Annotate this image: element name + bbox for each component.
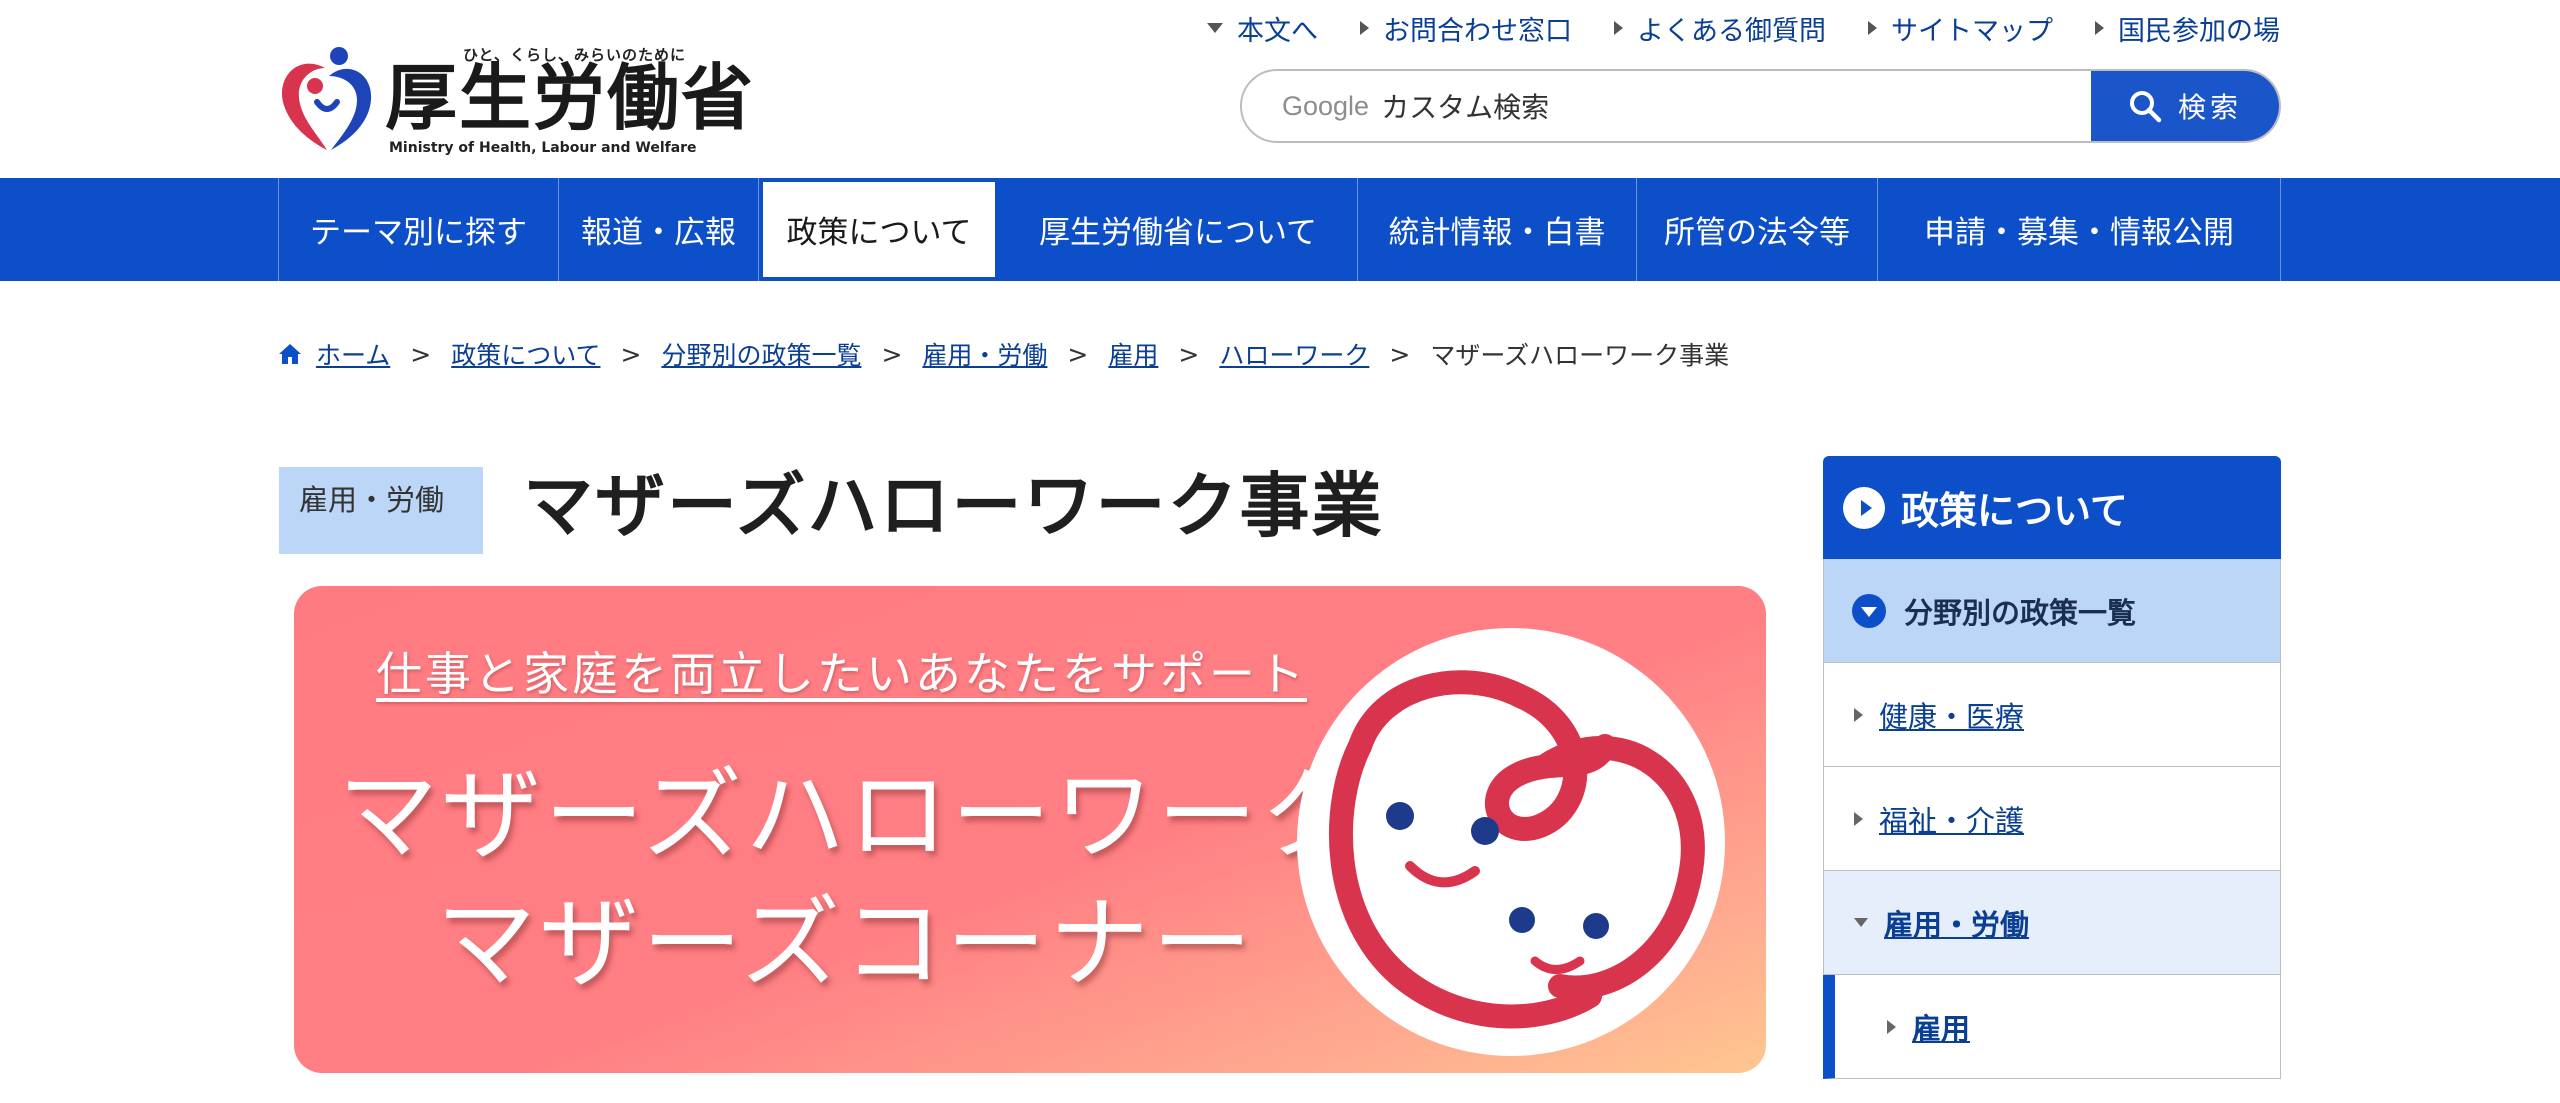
nav-item-label: 所管の法令等 xyxy=(1664,215,1850,251)
sidebar-item-label: 雇用 xyxy=(1912,1011,1971,1046)
nav-item-policy[interactable]: 政策について xyxy=(759,178,999,281)
site-header: ひと、くらし、みらいのために 厚生労働省 Ministry of Health,… xyxy=(0,0,2560,178)
breadcrumb-employment-labour[interactable]: 雇用・労働 xyxy=(922,336,1047,372)
triangle-down-icon xyxy=(1207,23,1223,33)
triangle-right-icon xyxy=(1887,1019,1896,1034)
nav-item-press[interactable]: 報道・広報 xyxy=(559,178,759,281)
sidebar-item-employment-labour[interactable]: 雇用・労働 xyxy=(1823,871,2281,975)
chevron-down-circle-icon xyxy=(1852,593,1886,628)
breadcrumb-home[interactable]: ホーム xyxy=(316,336,390,372)
util-link-contact[interactable]: お問合わせ窓口 xyxy=(1360,9,1572,48)
triangle-right-icon xyxy=(1360,21,1369,35)
sidebar-item-label: 雇用・労働 xyxy=(1884,907,2030,942)
nav-item-label: 厚生労働省について xyxy=(1038,215,1318,251)
nav-item-statistics[interactable]: 統計情報・白書 xyxy=(1358,178,1637,281)
mother-child-mark-icon xyxy=(1297,628,1725,1056)
breadcrumb-policy-list[interactable]: 分野別の政策一覧 xyxy=(661,336,861,372)
breadcrumb-separator: > xyxy=(1178,339,1200,369)
search-icon xyxy=(2129,91,2162,123)
breadcrumb-policy[interactable]: 政策について xyxy=(451,336,600,372)
sidebar-subheading[interactable]: 分野別の政策一覧 xyxy=(1823,559,2281,663)
nav-item-label: 報道・広報 xyxy=(581,215,736,251)
triangle-right-icon xyxy=(2095,21,2104,35)
breadcrumb-current: マザーズハローワーク事業 xyxy=(1430,341,1730,370)
triangle-right-icon xyxy=(1614,21,1623,35)
logo-mark-icon xyxy=(282,47,372,150)
sidebar-item-welfare-care[interactable]: 福祉・介護 xyxy=(1823,767,2281,871)
google-brand-mark: Google xyxy=(1282,90,1370,121)
util-link-label: 本文へ xyxy=(1237,15,1318,47)
nav-item-label: テーマ別に探す xyxy=(310,215,527,251)
global-nav-list: テーマ別に探す 報道・広報 政策について 厚生労働省について 統計情報・白書 所… xyxy=(278,178,2281,281)
site-search: Google カスタム検索 検索 xyxy=(1240,69,2281,143)
search-button-label: 検索 xyxy=(2177,91,2242,124)
chevron-right-circle-icon xyxy=(1843,486,1885,529)
breadcrumb-separator: > xyxy=(1389,339,1411,369)
util-link-faq[interactable]: よくある御質問 xyxy=(1614,9,1826,48)
sidebar-item-label: 健康・医療 xyxy=(1879,699,2025,734)
mothers-hello-work-banner: 仕事と家庭を両立したいあなたをサポート マザーズハローワーク マザーズコーナー xyxy=(294,586,1766,1073)
nav-item-label: 政策について xyxy=(786,215,972,251)
nav-item-themes[interactable]: テーマ別に探す xyxy=(279,178,559,281)
sidebar-item-label: 福祉・介護 xyxy=(1879,803,2025,838)
sidebar-item-employment[interactable]: 雇用 xyxy=(1823,975,2281,1079)
banner-lead-text: 仕事と家庭を両立したいあなたをサポート xyxy=(376,647,1307,701)
nav-item-laws[interactable]: 所管の法令等 xyxy=(1637,178,1878,281)
sidebar-nav: 政策について 分野別の政策一覧 健康・医療 福祉・介護 雇用・労働 雇用 xyxy=(1823,456,2281,1103)
util-link-participation[interactable]: 国民参加の場 xyxy=(2095,9,2280,48)
util-link-label: お問合わせ窓口 xyxy=(1383,15,1572,47)
util-link-label: よくある御質問 xyxy=(1637,15,1826,47)
sidebar-subheading-label: 分野別の政策一覧 xyxy=(1904,595,2137,630)
sidebar-heading[interactable]: 政策について xyxy=(1823,456,2281,559)
util-link-main-content[interactable]: 本文へ xyxy=(1207,9,1318,48)
banner-title-line2: マザーズコーナー xyxy=(436,885,1255,1002)
search-placeholder: カスタム検索 xyxy=(1381,91,1550,124)
util-link-label: 国民参加の場 xyxy=(2118,15,2280,47)
triangle-right-icon xyxy=(1854,811,1863,826)
home-icon xyxy=(279,344,301,364)
banner-title-line1: マザーズハローワーク xyxy=(338,757,1363,874)
triangle-right-icon xyxy=(1868,21,1877,35)
util-link-sitemap[interactable]: サイトマップ xyxy=(1868,9,2053,48)
breadcrumb-separator: > xyxy=(1067,339,1089,369)
util-link-label: サイトマップ xyxy=(1891,15,2053,47)
logo-english-name: Ministry of Health, Labour and Welfare xyxy=(389,140,697,156)
breadcrumb-separator: > xyxy=(620,339,642,369)
nav-item-label: 申請・募集・情報公開 xyxy=(1924,215,2234,251)
breadcrumb-separator: > xyxy=(881,339,903,369)
global-nav: テーマ別に探す 報道・広報 政策について 厚生労働省について 統計情報・白書 所… xyxy=(0,178,2560,281)
page-title: マザーズハローワーク事業 xyxy=(523,465,1384,547)
breadcrumb-separator: > xyxy=(410,339,432,369)
search-input[interactable]: Google カスタム検索 xyxy=(1242,71,2091,141)
nav-item-about-ministry[interactable]: 厚生労働省について xyxy=(999,178,1358,281)
nav-item-applications[interactable]: 申請・募集・情報公開 xyxy=(1878,178,2281,281)
sidebar-item-health-medical[interactable]: 健康・医療 xyxy=(1823,663,2281,767)
breadcrumb-employment[interactable]: 雇用 xyxy=(1108,336,1158,372)
breadcrumb-hello-work[interactable]: ハローワーク xyxy=(1219,336,1369,372)
breadcrumb: ホーム > 政策について > 分野別の政策一覧 > 雇用・労働 > 雇用 > ハ… xyxy=(278,334,1729,374)
nav-item-label: 統計情報・白書 xyxy=(1388,215,1606,251)
utility-links: 本文へ お問合わせ窓口 よくある御質問 サイトマップ 国民参加の場 xyxy=(1207,9,2280,48)
triangle-right-icon xyxy=(1854,707,1863,722)
logo-name: 厚生労働省 xyxy=(385,55,756,140)
category-tag: 雇用・労働 xyxy=(279,467,483,554)
triangle-down-icon xyxy=(1854,918,1868,927)
sidebar-heading-label: 政策について xyxy=(1901,489,2128,533)
search-button[interactable]: 検索 xyxy=(2091,71,2279,141)
ministry-logo[interactable]: ひと、くらし、みらいのために 厚生労働省 Ministry of Health,… xyxy=(277,38,753,163)
